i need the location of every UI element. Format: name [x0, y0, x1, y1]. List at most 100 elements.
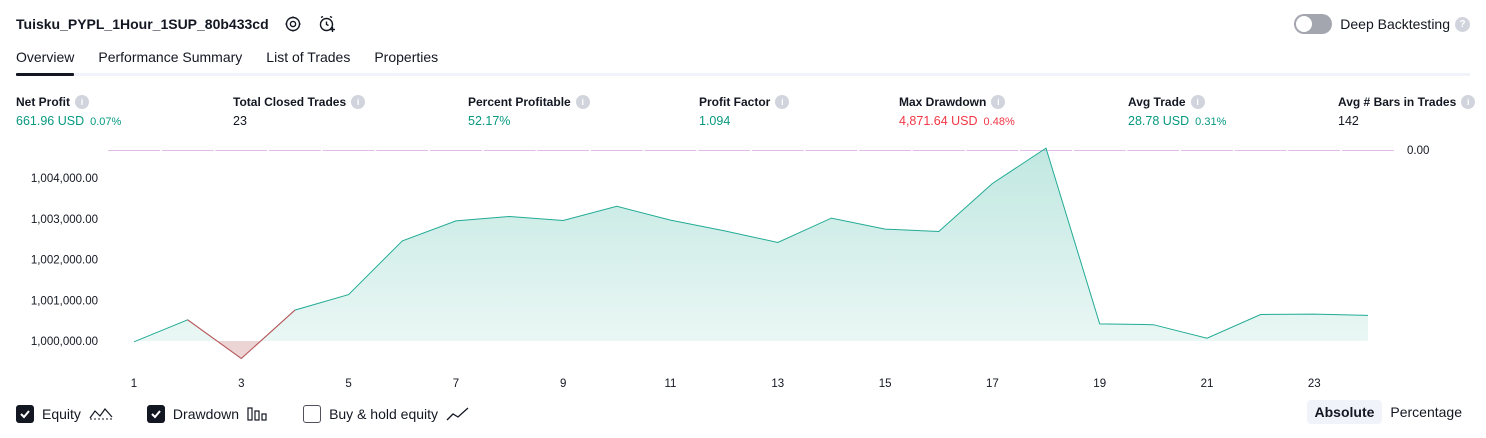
- metric-net-profit: Net Profit i 661.96 USD 0.07%: [16, 94, 121, 128]
- legend-label: Equity: [42, 406, 81, 422]
- info-icon[interactable]: i: [575, 95, 590, 109]
- legend-equity[interactable]: Equity: [16, 405, 113, 423]
- drawdown-bar: [698, 150, 751, 151]
- metric-total-closed-trades: Total Closed Trades i 23: [233, 94, 366, 128]
- equity-line-icon: [89, 406, 113, 422]
- metric-value: 52.17%: [468, 114, 511, 128]
- chart-legend: Equity Drawdown Buy & hold equity: [16, 403, 504, 425]
- report-header: Tuisku_PYPL_1Hour_1SUP_80b433cd: [16, 12, 337, 36]
- drawdown-bar: [859, 150, 912, 151]
- strategy-title: Tuisku_PYPL_1Hour_1SUP_80b433cd: [16, 16, 269, 32]
- metric-label: Total Closed Trades: [233, 95, 347, 109]
- drawdown-bar: [429, 150, 482, 151]
- drawdown-bar: [966, 150, 1019, 151]
- legend-drawdown[interactable]: Drawdown: [146, 405, 269, 423]
- drawdown-bar: [1342, 150, 1394, 151]
- info-icon[interactable]: i: [1461, 95, 1476, 109]
- drawdown-bar: [376, 150, 429, 151]
- metric-label: Avg Trade: [1128, 95, 1186, 109]
- right-axis-tick: 0.00: [1407, 145, 1429, 157]
- drawdown-bars-icon: [247, 406, 269, 422]
- drawdown-bar: [1288, 150, 1341, 151]
- left-axis-tick: 1,003,000.00: [31, 214, 98, 226]
- drawdown-bar: [483, 150, 536, 151]
- drawdown-bar: [912, 150, 965, 151]
- tab-properties[interactable]: Properties: [374, 44, 438, 73]
- metric-label: Max Drawdown: [899, 95, 987, 109]
- report-tabs: Overview Performance Summary List of Tra…: [16, 44, 1470, 76]
- x-axis-tick: 7: [453, 378, 459, 390]
- help-icon[interactable]: ?: [1455, 16, 1470, 32]
- drawdown-bar: [1073, 150, 1126, 151]
- add-alert-icon[interactable]: [317, 14, 337, 34]
- x-axis-tick: 23: [1308, 378, 1321, 390]
- metric-label: Profit Factor: [699, 95, 771, 109]
- x-axis-tick: 9: [560, 378, 566, 390]
- drawdown-bar: [644, 150, 697, 151]
- x-axis-tick: 5: [345, 378, 351, 390]
- x-axis-tick: 19: [1093, 378, 1106, 390]
- metric-value: 4,871.64 USD: [899, 114, 978, 128]
- x-axis-tick: 13: [771, 378, 784, 390]
- drawdown-bar: [108, 150, 160, 151]
- drawdown-bar: [1127, 150, 1180, 151]
- tab-performance-summary[interactable]: Performance Summary: [98, 44, 242, 73]
- info-icon[interactable]: i: [775, 95, 790, 109]
- metric-percent: 0.07%: [90, 116, 122, 128]
- legend-label: Drawdown: [172, 406, 240, 422]
- x-axis-tick: 11: [665, 378, 677, 390]
- metric-label: Percent Profitable: [468, 95, 571, 109]
- metric-avg-bars: Avg # Bars in Trades i 142: [1338, 94, 1476, 128]
- metric-value: 28.78 USD: [1128, 114, 1190, 128]
- x-axis-tick: 17: [986, 378, 999, 390]
- equity-area: [134, 148, 1368, 359]
- deep-backtesting-control: Deep Backtesting ?: [1294, 12, 1470, 36]
- info-icon[interactable]: i: [351, 95, 366, 109]
- legend-label: Buy & hold equity: [329, 406, 439, 422]
- info-icon[interactable]: i: [75, 95, 89, 109]
- metric-percent: 0.31%: [1195, 116, 1227, 128]
- metric-value: 661.96 USD: [16, 114, 85, 128]
- metric-max-drawdown: Max Drawdown i 4,871.64 USD 0.48%: [899, 94, 1015, 128]
- deep-backtesting-toggle[interactable]: [1294, 14, 1333, 34]
- x-axis-tick: 3: [238, 378, 244, 390]
- equity-drawdown-chart[interactable]: 1,000,000.00 1,001,000.00 1,002,000.00 1,00…: [0, 136, 1486, 394]
- metric-label: Avg # Bars in Trades: [1338, 95, 1457, 109]
- left-axis-tick: 1,001,000.00: [31, 295, 98, 307]
- drawdown-bar: [590, 150, 643, 151]
- drawdown-bar: [805, 150, 858, 151]
- view-mode-toggle: Absolute Percentage: [1306, 400, 1471, 424]
- drawdown-bar: [1234, 150, 1287, 151]
- percentage-button[interactable]: Percentage: [1382, 400, 1470, 424]
- buy-hold-line-icon: [446, 406, 470, 422]
- drawdown-checkbox[interactable]: [146, 405, 165, 423]
- drawdown-bar: [268, 150, 321, 151]
- info-icon[interactable]: i: [1190, 95, 1205, 109]
- buy-hold-checkbox[interactable]: [303, 405, 322, 423]
- left-axis-tick: 1,004,000.00: [31, 173, 98, 185]
- x-axis-tick: 21: [1201, 378, 1214, 390]
- metric-profit-factor: Profit Factor i 1.094: [699, 94, 790, 128]
- drawdown-bar: [161, 150, 214, 151]
- left-axis-tick: 1,000,000.00: [31, 336, 98, 348]
- drawdown-bar: [322, 150, 375, 151]
- left-axis-tick: 1,002,000.00: [31, 255, 98, 267]
- x-axis-tick: 1: [131, 378, 137, 390]
- drawdown-bar: [215, 150, 268, 151]
- settings-icon[interactable]: [283, 14, 303, 34]
- metric-avg-trade: Avg Trade i 28.78 USD 0.31%: [1128, 94, 1226, 128]
- metric-value: 23: [233, 114, 247, 128]
- metric-value: 142: [1338, 114, 1359, 128]
- metric-label: Net Profit: [16, 95, 70, 109]
- drawdown-bar: [751, 150, 804, 151]
- absolute-button[interactable]: Absolute: [1306, 400, 1383, 424]
- equity-loss-area: [217, 341, 261, 359]
- tab-list-of-trades[interactable]: List of Trades: [266, 44, 350, 73]
- legend-buy-hold[interactable]: Buy & hold equity: [303, 405, 470, 423]
- x-axis-tick: 15: [879, 378, 892, 390]
- equity-checkbox[interactable]: [16, 405, 34, 423]
- tab-overview[interactable]: Overview: [16, 44, 75, 76]
- info-icon[interactable]: i: [991, 95, 1006, 109]
- metric-value: 1.094: [699, 114, 731, 128]
- metric-percent: 0.48%: [983, 116, 1015, 128]
